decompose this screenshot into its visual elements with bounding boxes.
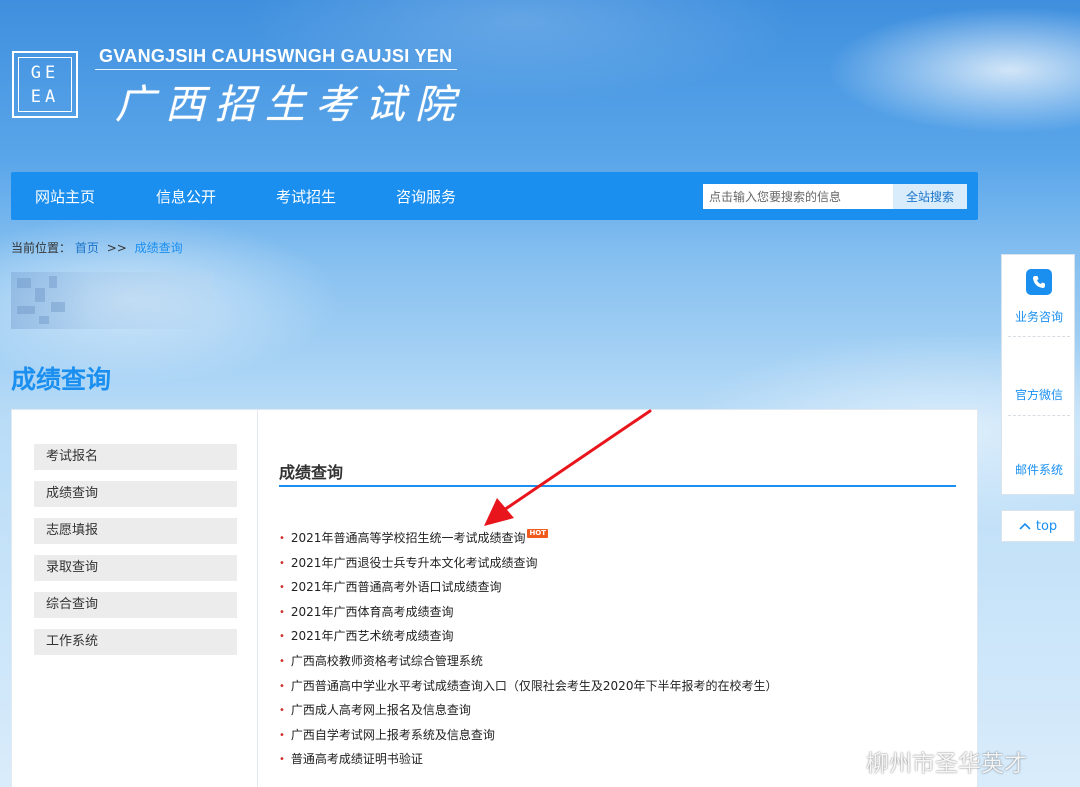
sidebar-item-work[interactable]: 工作系统	[34, 629, 237, 655]
header-divider	[95, 69, 457, 70]
breadcrumb-prefix: 当前位置：	[11, 241, 72, 255]
page-title: 成绩查询	[11, 365, 112, 394]
float-service-panel: 业务咨询 官方微信 邮件系统	[1001, 254, 1075, 495]
logo-text-bottom: EA	[30, 87, 60, 107]
link-label: 广西自学考试网上报考系统及信息查询	[290, 728, 495, 742]
decorative-banner	[11, 272, 213, 329]
bullet-icon: •	[279, 681, 285, 692]
section-title: 成绩查询	[279, 463, 344, 482]
breadcrumb-separator: >>	[106, 241, 127, 255]
bullet-icon: •	[279, 730, 285, 741]
nav-item-home[interactable]: 网站主页	[35, 186, 95, 207]
back-to-top-button[interactable]: top	[1001, 510, 1075, 542]
panel-divider	[257, 410, 258, 787]
main-nav: 网站主页 信息公开 考试招生 咨询服务 全站搜索	[11, 172, 978, 220]
link-label: 广西成人高考网上报名及信息查询	[290, 703, 471, 717]
sidebar-item-admission[interactable]: 录取查询	[34, 555, 237, 581]
search-input[interactable]	[703, 184, 893, 209]
site-name-cn: 广西招生考试院	[115, 82, 465, 128]
link-item[interactable]: • 2021年广西退役士兵专升本文化考试成绩查询	[279, 554, 537, 571]
site-logo[interactable]: GE EA	[12, 51, 78, 118]
content-panel: 考试报名 成绩查询 志愿填报 录取查询 综合查询 工作系统 成绩查询 • 2021…	[11, 409, 978, 787]
link-item[interactable]: • 2021年普通高等学校招生统一考试成绩查询 HOT	[279, 529, 549, 546]
link-label: 2021年广西普通高考外语口试成绩查询	[290, 580, 502, 594]
link-label: 2021年广西退役士兵专升本文化考试成绩查询	[290, 556, 538, 570]
float-divider	[1008, 336, 1070, 337]
link-label: 广西高校教师资格考试综合管理系统	[290, 654, 483, 668]
float-item-consult[interactable]: 业务咨询	[1002, 308, 1076, 325]
float-item-wechat[interactable]: 官方微信	[1002, 386, 1076, 403]
link-item[interactable]: • 2021年广西艺术统考成绩查询	[279, 627, 453, 644]
breadcrumb: 当前位置： 首页 >> 成绩查询	[11, 239, 183, 256]
sidebar-item-scores[interactable]: 成绩查询	[34, 481, 237, 507]
bullet-icon: •	[279, 754, 285, 765]
search-button[interactable]: 全站搜索	[893, 184, 967, 209]
watermark: 柳州市圣华英才	[822, 744, 1027, 778]
section-divider	[279, 485, 956, 487]
bullet-icon: •	[279, 656, 285, 667]
hot-badge: HOT	[527, 529, 549, 538]
link-item[interactable]: • 2021年广西体育高考成绩查询	[279, 603, 453, 620]
sidebar-item-applications[interactable]: 志愿填报	[34, 518, 237, 544]
link-item[interactable]: • 广西自学考试网上报考系统及信息查询	[279, 726, 495, 743]
link-label: 普通高考成绩证明书验证	[290, 752, 423, 766]
link-label: 2021年广西艺术统考成绩查询	[290, 629, 454, 643]
weibo-icon	[823, 749, 860, 775]
chevron-up-icon	[1019, 522, 1031, 530]
link-label: 2021年广西体育高考成绩查询	[290, 605, 454, 619]
link-item[interactable]: • 广西普通高中学业水平考试成绩查询入口（仅限社会考生及2020年下半年报考的在校…	[279, 677, 777, 694]
link-label: 2021年普通高等学校招生统一考试成绩查询	[290, 531, 526, 545]
site-name-en: GVANGJSIH CAUHSWNGH GAUJSI YEN	[99, 46, 453, 66]
link-item[interactable]: • 2021年广西普通高考外语口试成绩查询	[279, 578, 501, 595]
bullet-icon: •	[279, 631, 285, 642]
bullet-icon: •	[279, 582, 285, 593]
watermark-text: 柳州市圣华英才	[866, 751, 1027, 777]
bullet-icon: •	[279, 705, 285, 716]
link-item[interactable]: • 普通高考成绩证明书验证	[279, 750, 423, 767]
nav-item-info[interactable]: 信息公开	[156, 186, 216, 207]
breadcrumb-home[interactable]: 首页	[75, 241, 99, 255]
nav-item-consult[interactable]: 咨询服务	[396, 186, 456, 207]
bullet-icon: •	[279, 607, 285, 618]
link-item[interactable]: • 广西成人高考网上报名及信息查询	[279, 701, 471, 718]
link-item[interactable]: • 广西高校教师资格考试综合管理系统	[279, 652, 483, 669]
logo-mark: GE EA	[18, 57, 72, 112]
logo-text-top: GE	[30, 63, 60, 83]
bullet-icon: •	[279, 558, 285, 569]
link-label: 广西普通高中学业水平考试成绩查询入口（仅限社会考生及2020年下半年报考的在校考…	[290, 679, 778, 693]
breadcrumb-current[interactable]: 成绩查询	[135, 241, 183, 255]
nav-item-exams[interactable]: 考试招生	[276, 186, 336, 207]
sidebar-item-registration[interactable]: 考试报名	[34, 444, 237, 470]
back-to-top-label: top	[1035, 518, 1058, 534]
sidebar-item-general[interactable]: 综合查询	[34, 592, 237, 618]
float-divider	[1008, 415, 1070, 416]
phone-icon	[1026, 269, 1052, 295]
bullet-icon: •	[279, 533, 285, 544]
float-item-email[interactable]: 邮件系统	[1002, 461, 1076, 478]
